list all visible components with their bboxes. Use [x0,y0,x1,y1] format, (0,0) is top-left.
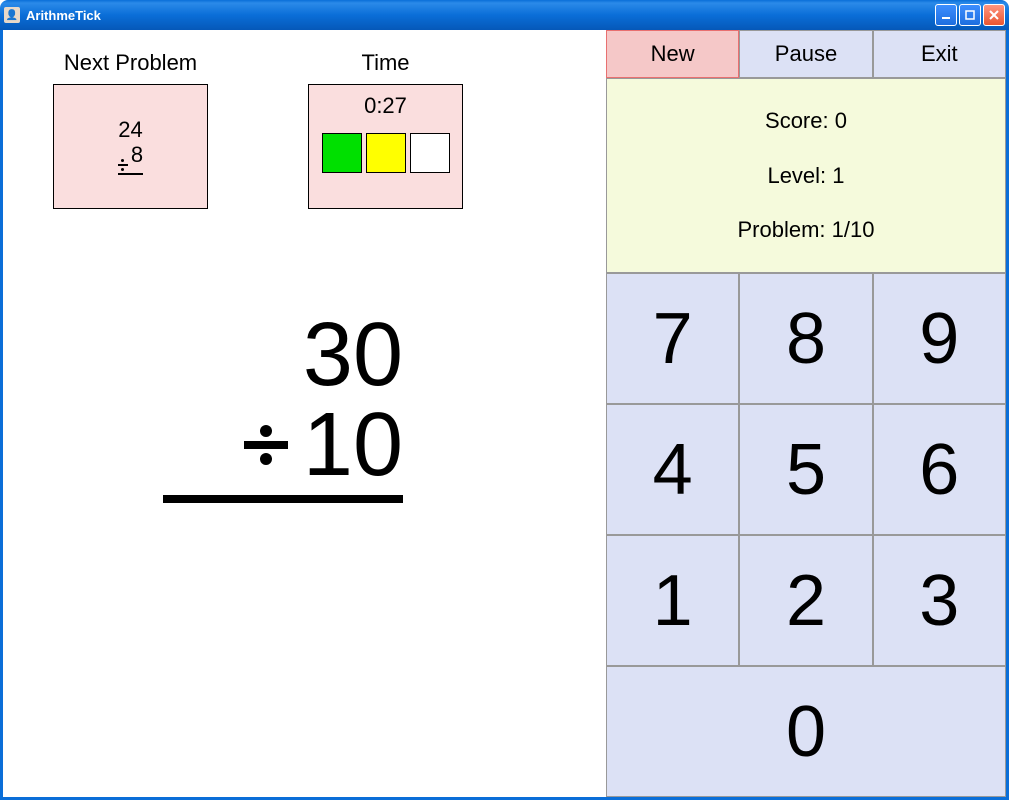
time-box: 0:27 [308,84,463,209]
current-problem: 30 10 [163,310,403,503]
next-problem-label: Next Problem [53,50,208,76]
minimize-icon [941,10,951,20]
key-9[interactable]: 9 [873,273,1006,404]
close-icon [989,10,999,20]
next-problem-bottom: 8 [131,142,143,167]
keypad: 7 8 9 4 5 6 1 2 3 0 [606,273,1006,797]
divide-icon [118,159,128,171]
current-problem-bottom-row: 10 [163,400,403,490]
stats-box: Score: 0 Level: 1 Problem: 1/10 [606,78,1006,273]
top-info: Next Problem 24 8 Time 0:27 [53,50,586,209]
app-icon: 👤 [4,7,20,23]
keypad-row-1: 7 8 9 [606,273,1006,404]
maximize-button[interactable] [959,4,981,26]
keypad-row-3: 1 2 3 [606,535,1006,666]
minimize-button[interactable] [935,4,957,26]
score-value: 0 [835,108,847,133]
score-row: Score: 0 [765,108,847,134]
left-panel: Next Problem 24 8 Time 0:27 [3,30,606,797]
current-problem-bottom: 10 [303,400,403,490]
key-4[interactable]: 4 [606,404,739,535]
right-panel: New Pause Exit Score: 0 Level: 1 Problem… [606,30,1006,797]
content-area: Next Problem 24 8 Time 0:27 [0,30,1009,800]
time-block: Time 0:27 [308,50,463,209]
key-2[interactable]: 2 [739,535,872,666]
keypad-row-4: 0 [606,666,1006,797]
score-label: Score: [765,108,829,133]
key-7[interactable]: 7 [606,273,739,404]
titlebar: 👤 ArithmeTick [0,0,1009,30]
next-problem-bottom-row: 8 [118,143,143,175]
key-8[interactable]: 8 [739,273,872,404]
key-3[interactable]: 3 [873,535,1006,666]
action-row: New Pause Exit [606,30,1006,78]
level-label: Level: [767,163,826,188]
problem-value: 1/10 [832,217,875,242]
key-0[interactable]: 0 [606,666,1006,797]
indicator-yellow [366,133,406,173]
exit-button[interactable]: Exit [873,30,1006,78]
problem-underline [163,495,403,503]
key-5[interactable]: 5 [739,404,872,535]
window-title: ArithmeTick [26,8,935,23]
keypad-row-2: 4 5 6 [606,404,1006,535]
next-problem-box: 24 8 [53,84,208,209]
maximize-icon [965,10,975,20]
next-problem-block: Next Problem 24 8 [53,50,208,209]
problem-label: Problem: [738,217,826,242]
time-value: 0:27 [364,93,407,119]
key-1[interactable]: 1 [606,535,739,666]
indicator-white [410,133,450,173]
close-button[interactable] [983,4,1005,26]
time-indicators [322,133,450,173]
current-problem-top: 30 [163,310,403,400]
level-value: 1 [832,163,844,188]
indicator-green [322,133,362,173]
problem-row: Problem: 1/10 [738,217,875,243]
pause-button[interactable]: Pause [739,30,872,78]
divide-icon [244,425,288,465]
window-controls [935,4,1005,26]
next-problem-top: 24 [118,118,142,142]
level-row: Level: 1 [767,163,844,189]
key-6[interactable]: 6 [873,404,1006,535]
new-button[interactable]: New [606,30,739,78]
time-label: Time [308,50,463,76]
